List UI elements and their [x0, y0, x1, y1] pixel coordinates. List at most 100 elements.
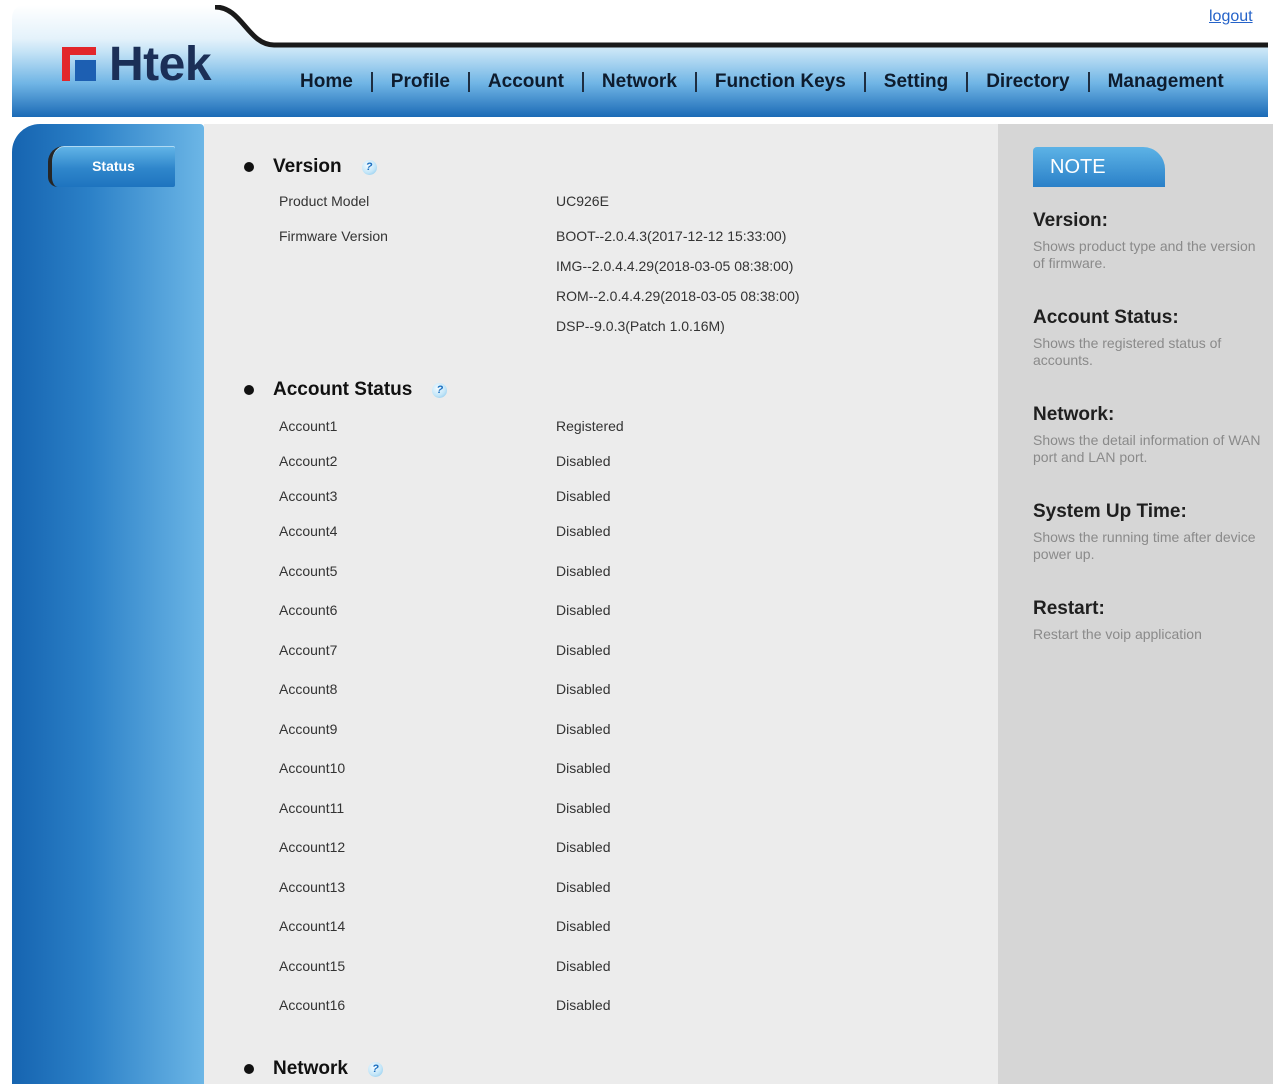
account-state: Disabled — [556, 562, 611, 579]
nav-separator — [1087, 72, 1090, 92]
nav-management[interactable]: Management — [1108, 70, 1224, 94]
note-text: Shows the registered status of accounts. — [1033, 335, 1222, 368]
header-bar: Htek Home Profile Account Network Functi… — [12, 5, 1268, 117]
version-rows: Product Model UC926E Firmware Version BO… — [279, 186, 983, 341]
account-row: Account8 Disabled — [279, 670, 983, 710]
account-row: Account9 Disabled — [279, 710, 983, 750]
account-row: Account13 Disabled — [279, 868, 983, 908]
note-item: Version: Shows product type and the vers… — [1033, 210, 1267, 272]
account-state: Disabled — [556, 641, 611, 658]
nav-profile[interactable]: Profile — [391, 70, 450, 94]
account-state: Disabled — [556, 918, 611, 934]
account-label: Account3 — [279, 487, 338, 504]
nav-home[interactable]: Home — [300, 70, 353, 94]
nav-function-keys[interactable]: Function Keys — [715, 70, 846, 94]
account-rows: Account1 Registered Account2 Disabled Acco… — [279, 409, 983, 1026]
note-item: Account Status: Shows the registered sta… — [1033, 307, 1267, 369]
account-label: Account7 — [279, 641, 338, 658]
account-row: Account2 Disabled — [279, 444, 983, 479]
nav-setting[interactable]: Setting — [884, 70, 948, 94]
account-status-title: Account Status — [273, 379, 413, 400]
network-section: Network ? — [243, 1057, 983, 1081]
account-state: Disabled — [556, 487, 611, 504]
note-text: Shows the detail information of WAN port… — [1033, 432, 1261, 465]
account-row: Account4 Disabled — [279, 514, 983, 549]
account-state: Disabled — [556, 997, 611, 1013]
firmware-version-row: Firmware Version BOOT--2.0.4.3(2017-12-1… — [279, 221, 983, 341]
account-state: Disabled — [556, 681, 611, 697]
account-row: Account7 Disabled — [279, 631, 983, 671]
account-row: Account14 Disabled — [279, 907, 983, 947]
account-status-section: Account Status ? Account1 Registered Acco… — [243, 378, 983, 1026]
account-state: Disabled — [556, 839, 611, 855]
main-nav: Home Profile Account Network Function Ke… — [300, 70, 1224, 94]
account-row: Account10 Disabled — [279, 749, 983, 789]
firmware-version-values: BOOT--2.0.4.3(2017-12-12 15:33:00) IMG--… — [556, 221, 800, 341]
account-label: Account6 — [279, 602, 338, 618]
nav-directory[interactable]: Directory — [986, 70, 1069, 94]
note-heading: Restart: — [1033, 598, 1105, 619]
nav-separator — [370, 72, 373, 92]
note-heading: Account Status: — [1033, 307, 1179, 328]
note-item: System Up Time: Shows the running time a… — [1033, 501, 1267, 563]
note-tab: NOTE — [1033, 147, 1165, 187]
account-row: Account12 Disabled — [279, 828, 983, 868]
nav-network[interactable]: Network — [602, 70, 677, 94]
section-heading: Account Status ? — [243, 378, 983, 402]
product-model-label: Product Model — [279, 193, 370, 209]
account-state: Disabled — [556, 878, 611, 895]
account-label: Account16 — [279, 997, 346, 1013]
note-text: Restart the voip application — [1033, 626, 1202, 642]
sidebar-item-status[interactable]: Status — [48, 146, 175, 187]
bullet-dot-icon — [244, 1064, 254, 1074]
note-item: Restart: Restart the voip application — [1033, 598, 1267, 643]
account-state: Disabled — [556, 522, 611, 539]
account-row: Account6 Disabled — [279, 591, 983, 631]
firmware-dsp-value: DSP--9.0.3(Patch 1.0.16M) — [556, 318, 725, 334]
account-state: Disabled — [556, 720, 611, 737]
note-item: Network: Shows the detail information of… — [1033, 404, 1267, 466]
account-state: Disabled — [556, 452, 611, 469]
account-label: Account1 — [279, 417, 338, 434]
section-heading: Network ? — [243, 1057, 983, 1081]
account-state: Disabled — [556, 760, 611, 776]
account-state: Disabled — [556, 957, 611, 974]
account-row: Account1 Registered — [279, 409, 983, 444]
version-title: Version — [273, 156, 342, 177]
account-label: Account2 — [279, 452, 338, 469]
note-list: Version: Shows product type and the vers… — [1033, 210, 1267, 678]
account-label: Account8 — [279, 681, 338, 697]
nav-separator — [966, 72, 969, 92]
account-label: Account11 — [279, 799, 345, 816]
version-section: Version ? Product Model UC926E Firmware … — [243, 155, 983, 341]
account-row: Account16 Disabled — [279, 986, 983, 1026]
account-row: Account3 Disabled — [279, 479, 983, 514]
nav-separator — [694, 72, 697, 92]
help-icon[interactable]: ? — [361, 159, 377, 175]
firmware-rom-value: ROM--2.0.4.4.29(2018-03-05 08:38:00) — [556, 288, 800, 304]
htek-logo-mark-icon — [62, 47, 96, 81]
account-label: Account13 — [279, 878, 346, 895]
product-model-row: Product Model UC926E — [279, 186, 983, 216]
brand-logo: Htek — [109, 38, 212, 91]
account-state: Registered — [556, 417, 624, 434]
note-text: Shows the running time after device powe… — [1033, 529, 1256, 562]
product-model-value: UC926E — [556, 193, 609, 209]
account-label: Account14 — [279, 918, 346, 934]
account-label: Account10 — [279, 760, 346, 776]
account-label: Account4 — [279, 522, 338, 539]
firmware-version-label: Firmware Version — [279, 228, 388, 244]
firmware-img-value: IMG--2.0.4.4.29(2018-03-05 08:38:00) — [556, 258, 794, 274]
help-icon[interactable]: ? — [367, 1061, 383, 1077]
bullet-dot-icon — [244, 162, 254, 172]
account-label: Account12 — [279, 839, 346, 855]
account-state: Disabled — [556, 799, 611, 816]
note-text: Shows product type and the version of fi… — [1033, 238, 1256, 271]
nav-account[interactable]: Account — [488, 70, 564, 94]
note-heading: Version: — [1033, 210, 1108, 231]
help-icon[interactable]: ? — [432, 382, 448, 398]
firmware-boot-value: BOOT--2.0.4.3(2017-12-12 15:33:00) — [556, 228, 787, 244]
sidebar: Status — [12, 124, 204, 1084]
note-heading: System Up Time: — [1033, 501, 1187, 522]
nav-separator — [863, 72, 866, 92]
